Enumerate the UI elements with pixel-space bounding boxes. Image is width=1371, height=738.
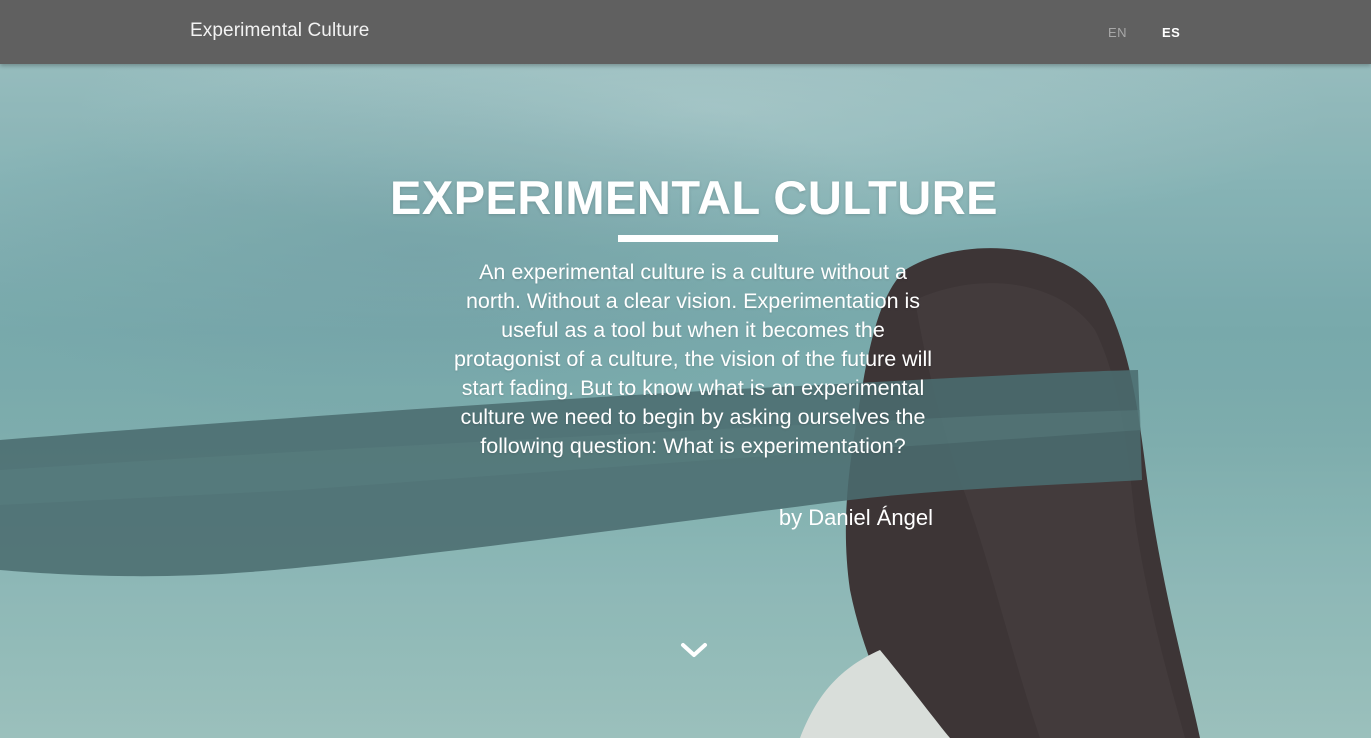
language-en-link[interactable]: EN (1108, 25, 1127, 40)
brand-link[interactable]: Experimental Culture (190, 20, 369, 42)
title-underline (618, 235, 778, 242)
chevron-down-icon (681, 643, 707, 657)
hero-title: EXPERIMENTAL CULTURE (390, 171, 998, 224)
hero-description: An experimental culture is a culture wit… (453, 260, 933, 458)
page: Experimental Culture EN ES EXPERIMENTAL … (0, 0, 1371, 738)
language-es-link[interactable]: ES (1162, 25, 1180, 40)
top-navbar: Experimental Culture EN ES (0, 0, 1371, 64)
scroll-down-button[interactable] (680, 640, 708, 660)
hero-author: by Daniel Ángel (778, 505, 933, 530)
